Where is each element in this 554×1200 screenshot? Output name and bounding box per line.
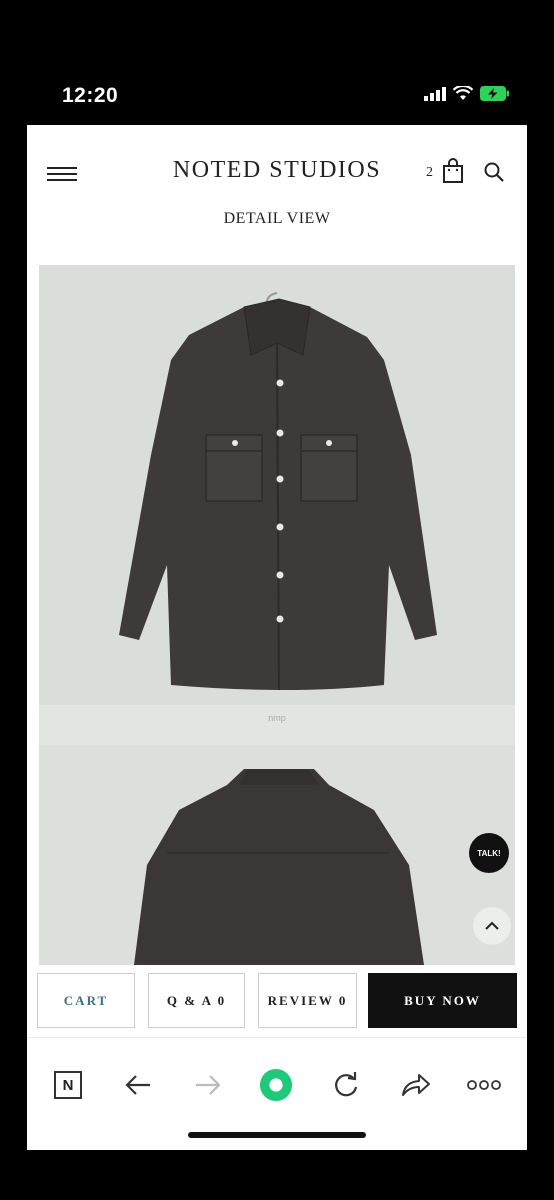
chevron-up-icon [485, 921, 499, 930]
review-button[interactable]: REVIEW 0 [258, 973, 357, 1028]
cart-button[interactable]: CART [37, 973, 135, 1028]
scroll-top-button[interactable] [473, 907, 511, 945]
share-icon[interactable] [399, 1068, 433, 1102]
jacket-back-image [39, 745, 515, 965]
status-time: 12:20 [62, 84, 119, 107]
forward-arrow-icon[interactable] [191, 1068, 225, 1102]
browser-viewport: NOTED STUDIOS 2 DETAIL VIEW nmp TALK! CA… [27, 125, 527, 1150]
photo-caption: nmp [268, 713, 286, 723]
wifi-icon [453, 86, 473, 100]
naver-label: N [54, 1071, 82, 1099]
back-arrow-icon[interactable] [121, 1068, 155, 1102]
green-dot-icon[interactable] [259, 1068, 293, 1102]
cart-count-badge[interactable]: 2 [426, 165, 433, 181]
brand-logo[interactable]: NOTED STUDIOS [147, 157, 407, 184]
qa-button[interactable]: Q & A 0 [148, 973, 245, 1028]
more-icon[interactable] [467, 1068, 501, 1102]
product-photo[interactable]: nmp [39, 265, 515, 965]
signal-icon [424, 86, 446, 101]
naver-icon[interactable]: N [51, 1068, 85, 1102]
photo-gap: nmp [39, 705, 515, 745]
site-header: NOTED STUDIOS 2 DETAIL VIEW [27, 125, 527, 235]
search-icon[interactable] [483, 161, 505, 183]
battery-charging-icon [480, 86, 509, 101]
product-action-bar: CART Q & A 0 REVIEW 0 BUY NOW [27, 965, 527, 1045]
status-icons [424, 86, 510, 101]
talk-chat-button[interactable]: TALK! [469, 833, 509, 873]
jacket-front-image [39, 265, 515, 705]
browser-toolbar: N [27, 1037, 527, 1150]
menu-icon[interactable] [47, 163, 77, 185]
home-indicator[interactable] [188, 1132, 366, 1138]
buy-now-button[interactable]: BUY NOW [368, 973, 517, 1028]
status-bar: 12:20 [0, 0, 554, 125]
reload-icon[interactable] [329, 1068, 363, 1102]
shopping-bag-icon[interactable] [440, 158, 466, 184]
page-subtitle: DETAIL VIEW [223, 210, 331, 227]
